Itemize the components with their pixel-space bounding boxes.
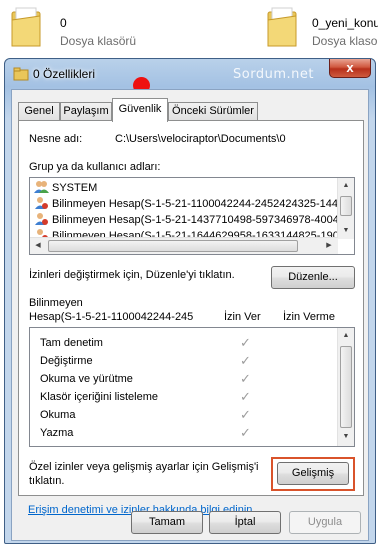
properties-dialog: 0 Özellikleri Sordum.net x Genel Paylaşı… xyxy=(4,58,376,544)
explorer-item-folder-0[interactable]: 0 Dosya klasörü xyxy=(10,6,190,54)
list-item[interactable]: Bilinmeyen Hesap(S-1-5-21-1100042244-245… xyxy=(34,196,344,212)
permission-row: Klasör içeriğini listeleme xyxy=(40,391,158,403)
security-panel: Nesne adı: C:\Users\velociraptor\Documen… xyxy=(18,120,364,496)
scroll-down-icon[interactable]: ▼ xyxy=(338,429,354,445)
scroll-thumb[interactable] xyxy=(340,196,352,216)
explorer-item-type: Dosya klasörü xyxy=(60,34,137,48)
explorer-item-folder-0-yeni-konu[interactable]: 0_yeni_konu Dosya klaso xyxy=(266,6,378,54)
list-item-label: Bilinmeyen Hesap(S-1-5-21-1437710498-597… xyxy=(52,214,345,226)
edit-hint-text: İzinleri değiştirmek için, Düzenle'yi tı… xyxy=(29,269,235,281)
explorer-file-list: 0 Dosya klasörü 0_yeni_konu Dosya klaso xyxy=(0,0,378,60)
watermark-text: Sordum.net xyxy=(233,67,314,82)
scroll-left-icon[interactable]: ◀ xyxy=(30,238,46,254)
edit-button[interactable]: Düzenle... xyxy=(271,266,355,289)
advanced-button[interactable]: Gelişmiş xyxy=(277,462,349,485)
permission-row: Tam denetim xyxy=(40,337,103,349)
vertical-scrollbar[interactable]: ▲ ▼ xyxy=(337,328,354,446)
tab-onceki-surumler[interactable]: Önceki Sürümler xyxy=(168,102,258,121)
apply-button[interactable]: Uygula xyxy=(289,511,361,534)
list-item-label: Bilinmeyen Hesap(S-1-5-21-1100042244-245… xyxy=(52,198,345,210)
scroll-right-icon[interactable]: ▶ xyxy=(321,238,337,254)
object-name-value: C:\Users\velociraptor\Documents\0 xyxy=(115,133,286,145)
permissions-list[interactable]: Tam denetim Değiştirme Okuma ve yürütme … xyxy=(29,327,355,447)
scroll-down-icon[interactable]: ▼ xyxy=(338,223,354,239)
advanced-hint-line2: tıklatın. xyxy=(29,475,65,487)
window-title: 0 Özellikleri xyxy=(33,67,96,81)
permission-row: Okuma ve yürütme xyxy=(40,373,133,385)
tab-guvenlik[interactable]: Güvenlik xyxy=(112,98,168,122)
vertical-scrollbar[interactable]: ▲ ▼ xyxy=(337,178,354,239)
allow-check-icon: ✓ xyxy=(240,389,251,404)
cancel-button[interactable]: İptal xyxy=(209,511,281,534)
allow-check-icon: ✓ xyxy=(240,425,251,440)
list-item[interactable]: SYSTEM xyxy=(34,180,97,196)
advanced-hint-line1: Özel izinler veya gelişmiş ayarlar için … xyxy=(29,461,259,473)
permission-row: Değiştirme xyxy=(40,355,93,367)
explorer-item-name: 0 xyxy=(60,16,67,30)
folder-icon xyxy=(13,67,29,81)
scroll-up-icon[interactable]: ▲ xyxy=(338,178,354,194)
list-item-label: SYSTEM xyxy=(52,182,98,194)
permission-row: Okuma xyxy=(40,409,76,421)
scroll-thumb[interactable] xyxy=(340,346,352,428)
scroll-thumb[interactable] xyxy=(48,240,298,252)
allow-column-header: İzin Ver xyxy=(224,311,261,323)
title-bar[interactable]: 0 Özellikleri Sordum.net x xyxy=(5,59,375,89)
permission-row: Yazma xyxy=(40,427,74,439)
horizontal-scrollbar[interactable]: ◀ ▶ xyxy=(30,237,338,254)
object-name-label: Nesne adı: xyxy=(29,133,83,145)
unknown-user-icon xyxy=(35,197,48,209)
permissions-for-label-line1: Bilinmeyen xyxy=(29,297,83,309)
groups-label: Grup ya da kullanıcı adları: xyxy=(29,161,161,173)
permissions-for-label-line2: Hesap(S-1-5-21-1100042244-245 xyxy=(29,311,194,323)
group-users-icon xyxy=(34,181,49,193)
allow-check-icon: ✓ xyxy=(240,371,251,386)
ok-button[interactable]: Tamam xyxy=(131,511,203,534)
tab-paylasim[interactable]: Paylaşım xyxy=(60,102,112,121)
folder-icon xyxy=(11,7,41,47)
unknown-user-icon xyxy=(35,213,48,225)
explorer-item-type: Dosya klaso xyxy=(312,34,378,48)
folder-icon xyxy=(267,7,297,47)
allow-check-icon: ✓ xyxy=(240,353,251,368)
explorer-item-name: 0_yeni_konu xyxy=(312,16,378,30)
tab-genel[interactable]: Genel xyxy=(18,102,60,121)
allow-check-icon: ✓ xyxy=(240,335,251,350)
allow-check-icon: ✓ xyxy=(240,407,251,422)
group-user-list[interactable]: SYSTEM Bilinmeyen Hesap(S-1-5-21-1100042… xyxy=(29,177,355,255)
deny-column-header: İzin Verme xyxy=(283,311,335,323)
close-button[interactable]: x xyxy=(329,59,371,78)
dialog-body: Genel Paylaşım Güvenlik Önceki Sürümler … xyxy=(11,89,369,541)
scroll-up-icon[interactable]: ▲ xyxy=(338,328,354,344)
list-item[interactable]: Bilinmeyen Hesap(S-1-5-21-1437710498-597… xyxy=(34,212,345,228)
